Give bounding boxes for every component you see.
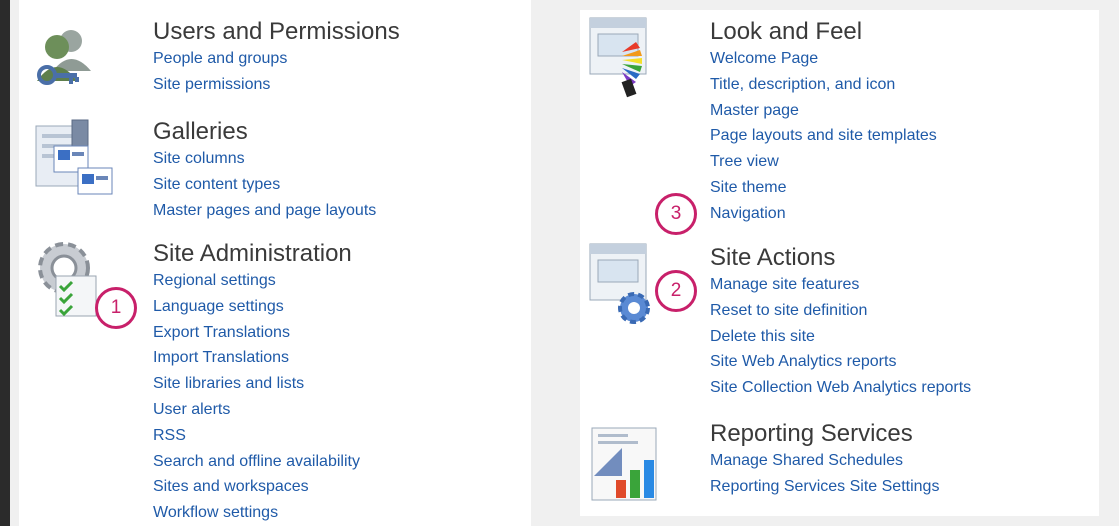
link-user-alerts[interactable]: User alerts bbox=[153, 397, 360, 423]
link-delete-this-site[interactable]: Delete this site bbox=[710, 324, 971, 350]
link-workflow-settings[interactable]: Workflow settings bbox=[153, 500, 360, 526]
look-and-feel-title: Look and Feel bbox=[710, 18, 863, 45]
callout-marker-1: 1 bbox=[95, 287, 137, 329]
left-border bbox=[0, 0, 10, 526]
link-navigation[interactable]: Navigation bbox=[708, 197, 948, 229]
users-permissions-title: Users and Permissions bbox=[153, 18, 400, 45]
users-permissions-section: Users and Permissions People and groups … bbox=[153, 18, 400, 98]
link-tree-view[interactable]: Tree view bbox=[710, 149, 937, 175]
link-site-permissions[interactable]: Site permissions bbox=[153, 72, 400, 98]
left-settings-panel: Users and Permissions People and groups … bbox=[19, 0, 531, 526]
site-actions-icon bbox=[589, 243, 650, 324]
link-reporting-services-site-settings[interactable]: Reporting Services Site Settings bbox=[710, 474, 939, 500]
link-search-and-offline-availability[interactable]: Search and offline availability bbox=[153, 449, 360, 475]
users-permissions-icon bbox=[37, 30, 91, 85]
link-export-translations[interactable]: Export Translations bbox=[153, 320, 360, 346]
link-reset-to-site-definition[interactable]: Reset to site definition bbox=[710, 298, 971, 324]
link-site-collection-web-analytics-reports[interactable]: Site Collection Web Analytics reports bbox=[710, 375, 971, 401]
link-site-content-types[interactable]: Site content types bbox=[153, 172, 376, 198]
link-sites-and-workspaces[interactable]: Sites and workspaces bbox=[153, 474, 360, 500]
link-manage-shared-schedules[interactable]: Manage Shared Schedules bbox=[710, 448, 939, 474]
callout-marker-3: 3 bbox=[655, 193, 697, 235]
galleries-title: Galleries bbox=[153, 118, 248, 145]
link-manage-site-features[interactable]: Manage site features bbox=[707, 270, 974, 298]
look-and-feel-icon bbox=[589, 17, 647, 98]
look-and-feel-section: Look and Feel Welcome Page Title, descri… bbox=[708, 18, 948, 229]
link-master-page[interactable]: Master page bbox=[710, 98, 937, 124]
right-settings-panel: Look and Feel Welcome Page Title, descri… bbox=[580, 10, 1099, 516]
site-actions-title: Site Actions bbox=[710, 244, 836, 271]
link-master-pages-and-page-layouts[interactable]: Master pages and page layouts bbox=[153, 198, 376, 224]
reporting-services-title: Reporting Services bbox=[710, 420, 913, 447]
link-language-settings[interactable]: Language settings bbox=[151, 291, 411, 324]
callout-marker-2: 2 bbox=[655, 270, 697, 312]
link-site-libraries-and-lists[interactable]: Site libraries and lists bbox=[153, 371, 360, 397]
link-page-layouts-site-templates[interactable]: Page layouts and site templates bbox=[710, 123, 937, 149]
link-import-translations[interactable]: Import Translations bbox=[153, 345, 360, 371]
link-people-and-groups[interactable]: People and groups bbox=[153, 46, 400, 72]
site-administration-section: Site Administration Regional settings La… bbox=[151, 240, 411, 526]
site-actions-section: Site Actions Manage site features Reset … bbox=[707, 244, 974, 401]
link-site-theme[interactable]: Site theme bbox=[710, 175, 937, 201]
galleries-icon bbox=[35, 119, 113, 195]
reporting-services-section: Reporting Services Manage Shared Schedul… bbox=[710, 420, 939, 500]
link-welcome-page[interactable]: Welcome Page bbox=[710, 46, 937, 72]
link-rss[interactable]: RSS bbox=[153, 423, 360, 449]
link-regional-settings[interactable]: Regional settings bbox=[153, 268, 360, 294]
site-administration-icon bbox=[38, 242, 97, 317]
link-site-columns[interactable]: Site columns bbox=[153, 146, 376, 172]
site-administration-title: Site Administration bbox=[153, 240, 352, 267]
galleries-section: Galleries Site columns Site content type… bbox=[153, 118, 376, 223]
reporting-services-icon bbox=[591, 427, 657, 501]
link-title-description-icon[interactable]: Title, description, and icon bbox=[710, 72, 937, 98]
link-site-web-analytics-reports[interactable]: Site Web Analytics reports bbox=[710, 349, 971, 375]
